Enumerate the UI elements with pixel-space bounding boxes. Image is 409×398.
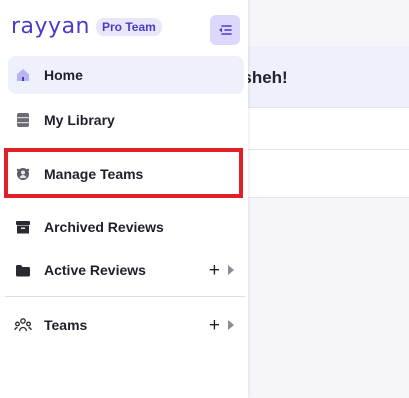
collapse-menu-icon — [219, 25, 232, 35]
add-team-button[interactable]: + — [209, 316, 220, 335]
content-row — [248, 150, 409, 198]
sidebar-item-teams[interactable]: Teams + — [8, 306, 244, 344]
sidebar-item-label: My Library — [44, 112, 115, 128]
collapse-sidebar-button[interactable] — [210, 15, 240, 45]
teams-actions: + — [209, 316, 234, 335]
sidebar: rayyan Pro Team Home My Library Manage T… — [0, 0, 248, 398]
sidebar-item-home[interactable]: Home — [8, 56, 244, 94]
sidebar-divider — [5, 296, 245, 297]
add-active-review-button[interactable]: + — [209, 261, 220, 280]
sidebar-item-my-library[interactable]: My Library — [8, 101, 244, 139]
manage-teams-icon — [14, 165, 32, 183]
brand: rayyan Pro Team — [11, 14, 162, 39]
sidebar-item-label: Manage Teams — [44, 166, 144, 182]
sidebar-item-label: Active Reviews — [44, 262, 146, 278]
content-row — [248, 108, 409, 150]
sidebar-item-label: Archived Reviews — [44, 219, 164, 235]
expand-teams-icon[interactable] — [228, 320, 234, 330]
home-icon — [14, 66, 32, 84]
teams-icon — [14, 316, 32, 334]
plan-badge: Pro Team — [96, 17, 162, 36]
library-icon — [14, 111, 32, 129]
main-topbar — [248, 0, 409, 46]
greeting-banner: osheh! — [232, 46, 409, 108]
sidebar-item-label: Home — [44, 67, 83, 83]
rayyan-logo[interactable]: rayyan — [11, 14, 90, 39]
sidebar-item-active-reviews[interactable]: Active Reviews + — [8, 251, 244, 289]
sidebar-item-label: Teams — [44, 317, 88, 333]
active-reviews-actions: + — [209, 261, 234, 280]
sidebar-item-archived-reviews[interactable]: Archived Reviews — [8, 208, 244, 246]
archive-icon — [14, 218, 32, 236]
expand-active-reviews-icon[interactable] — [228, 265, 234, 275]
folder-icon — [14, 261, 32, 279]
sidebar-item-manage-teams[interactable]: Manage Teams — [8, 155, 244, 193]
